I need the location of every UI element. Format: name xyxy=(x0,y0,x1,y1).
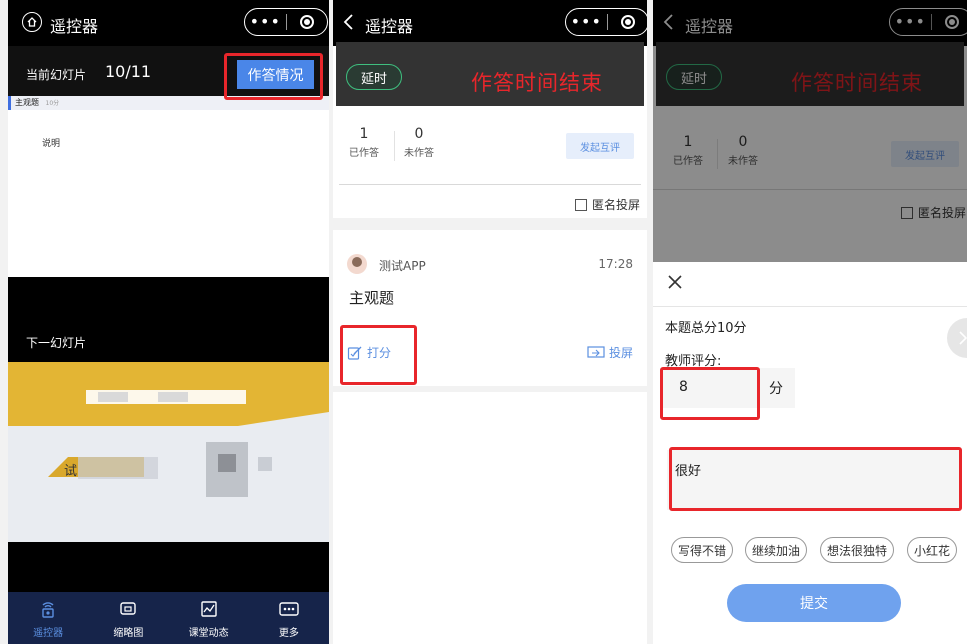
slide-counter: 10/11 xyxy=(105,62,152,81)
highlight-box-score xyxy=(660,367,760,420)
close-icon[interactable] xyxy=(667,274,683,294)
anonymous-projection-checkbox[interactable]: 匿名投屏 xyxy=(575,196,640,213)
more-icon xyxy=(278,598,300,620)
unanswered-count: 0 xyxy=(414,126,424,142)
submit-label: 提交 xyxy=(800,596,828,612)
remote-control-panel: 遥控器 ••• 当前幻灯片 10/11 作答情况 主观题 10分 说明 下一幻灯… xyxy=(8,0,329,644)
answer-question-title: 主观题 xyxy=(349,289,395,307)
nav-title: 遥控器 xyxy=(365,17,414,36)
unanswered-stat: 0 未作答 xyxy=(404,126,434,159)
answered-stat: 1 已作答 xyxy=(349,126,379,159)
anonymous-label: 匿名投屏 xyxy=(592,198,641,212)
mini-program-capsule: ••• xyxy=(244,8,328,36)
answer-status-panel: 遥控器 ••• 延时 作答时间结束 1 已作答 0 未作答 发起互评 匿名投屏 … xyxy=(333,0,647,644)
more-menu-icon[interactable]: ••• xyxy=(245,14,286,30)
activity-chart-icon xyxy=(199,598,219,620)
current-slide-label: 当前幻灯片 xyxy=(26,68,87,82)
answer-time: 17:28 xyxy=(598,257,633,271)
avatar xyxy=(347,254,367,274)
tab-label: 缩略图 xyxy=(113,627,144,639)
next-slide-label: 下一幻灯片 xyxy=(26,336,87,350)
quick-comment-chip[interactable]: 写得不错 xyxy=(671,537,733,563)
tab-label: 遥控器 xyxy=(33,627,64,639)
unanswered-label: 未作答 xyxy=(404,148,434,159)
highlight-box-grade xyxy=(340,325,417,385)
quick-comment-chip[interactable]: 小红花 xyxy=(907,537,957,563)
project-label: 投屏 xyxy=(608,346,633,360)
tab-label: 更多 xyxy=(278,627,299,639)
grading-panel: 遥控器 ••• 延时 作答时间结束 1 已作答 0 未作答 发起互评 匿名投屏 … xyxy=(653,0,967,644)
next-slide-thumbnail[interactable]: 试 xyxy=(8,362,329,542)
question-score: 10分 xyxy=(45,100,60,107)
answered-count: 1 xyxy=(359,126,369,142)
tab-more[interactable]: 更多 xyxy=(249,592,329,644)
back-icon[interactable] xyxy=(343,13,355,35)
remote-icon xyxy=(38,598,58,620)
student-name: 测试APP xyxy=(379,259,426,273)
slide-description: 说明 xyxy=(42,139,61,149)
answered-label: 已作答 xyxy=(349,148,379,159)
total-score-text: 本题总分10分 xyxy=(665,321,747,336)
nav-title: 遥控器 xyxy=(50,17,99,36)
peer-review-button[interactable]: 发起互评 xyxy=(566,133,634,159)
highlight-box-comment xyxy=(669,447,962,511)
tab-class-activity[interactable]: 课堂动态 xyxy=(169,592,249,644)
checkbox-box xyxy=(575,198,587,211)
mini-program-capsule: ••• xyxy=(565,8,647,36)
blurred-slide-image xyxy=(8,362,329,542)
current-slide-preview: 主观题 10分 说明 xyxy=(8,96,329,277)
extend-time-button[interactable]: 延时 xyxy=(346,64,402,90)
thumbnail-text: 试 xyxy=(64,464,78,479)
bottom-tab-bar: 遥控器 缩略图 课堂动态 更多 xyxy=(8,592,329,644)
question-type: 主观题 xyxy=(15,98,39,107)
modal-overlay[interactable] xyxy=(653,0,967,262)
submit-button[interactable]: 提交 xyxy=(727,584,901,622)
projection-icon xyxy=(587,345,605,358)
highlight-box-status xyxy=(224,53,323,100)
tab-remote[interactable]: 遥控器 xyxy=(8,592,88,644)
quick-comment-chip[interactable]: 继续加油 xyxy=(745,537,807,563)
answer-time-ended-text: 作答时间结束 xyxy=(471,71,603,95)
tab-thumbnail[interactable]: 缩略图 xyxy=(88,592,168,644)
time-end-banner: 延时 作答时间结束 xyxy=(336,42,644,106)
tab-label: 课堂动态 xyxy=(188,627,229,639)
nav-bar: 遥控器 ••• xyxy=(333,0,647,46)
score-unit: 分 xyxy=(757,368,795,408)
project-screen-button[interactable]: 投屏 xyxy=(587,344,633,361)
more-menu-icon[interactable]: ••• xyxy=(566,14,607,30)
nav-bar: 遥控器 ••• xyxy=(8,0,329,46)
next-answer-icon[interactable] xyxy=(947,318,967,358)
close-program-icon[interactable] xyxy=(286,15,327,29)
quick-comment-chip[interactable]: 想法很独特 xyxy=(820,537,894,563)
close-program-icon[interactable] xyxy=(607,15,647,29)
thumbnail-icon xyxy=(118,598,138,620)
home-icon[interactable] xyxy=(22,12,42,32)
